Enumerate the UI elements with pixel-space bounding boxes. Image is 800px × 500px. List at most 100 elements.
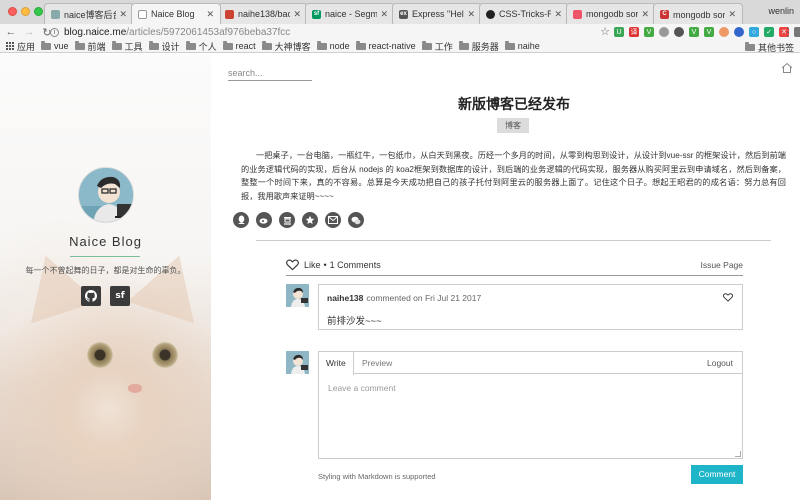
star-icon[interactable]: ☆ — [600, 25, 610, 38]
bookmark-other[interactable]: 其他书签 — [744, 41, 794, 54]
extension-icon[interactable]: V — [689, 27, 699, 37]
c-icon: C — [660, 9, 669, 19]
comment-submit-button[interactable]: Comment — [691, 465, 743, 484]
close-icon[interactable]: ✕ — [293, 9, 301, 20]
segmentfault-icon: sf — [115, 291, 125, 301]
minimize-window-button[interactable] — [21, 7, 30, 16]
bookmark-folder[interactable]: vue — [41, 40, 69, 51]
close-icon[interactable]: ✕ — [554, 9, 562, 20]
extension-icon[interactable] — [674, 27, 684, 37]
bookmark-folder[interactable]: react-native — [355, 40, 416, 51]
extension-icon[interactable] — [794, 27, 800, 37]
browser-tab[interactable]: naice博客后台管理 ✕ — [44, 3, 134, 24]
bookmark-folder[interactable]: 服务器 — [458, 40, 499, 53]
post-tag[interactable]: 博客 — [497, 118, 529, 133]
extension-icon[interactable]: ○ — [749, 27, 759, 37]
home-icon[interactable] — [781, 62, 793, 74]
bookmark-folder[interactable]: 设计 — [148, 40, 180, 53]
heart-icon[interactable] — [286, 259, 299, 271]
close-icon[interactable]: ✕ — [380, 9, 388, 20]
email-icon[interactable] — [325, 212, 341, 228]
folder-icon — [222, 40, 233, 50]
tab-title: Naice Blog — [151, 9, 195, 19]
blog-name[interactable]: Naice Blog — [0, 234, 211, 249]
current-user-avatar[interactable] — [286, 351, 309, 374]
back-arrow-icon[interactable]: ← — [4, 26, 18, 38]
cat-background-eye — [152, 342, 178, 368]
tab-write[interactable]: Write — [319, 352, 354, 375]
heart-icon[interactable] — [723, 293, 733, 302]
bookmark-folder[interactable]: node — [316, 40, 350, 51]
search-input[interactable] — [228, 66, 312, 81]
shield-icon[interactable]: U — [614, 27, 624, 37]
weibo-icon[interactable] — [256, 212, 272, 228]
profile-name[interactable]: wenlin — [768, 6, 794, 16]
separator-dot: • — [323, 260, 327, 270]
close-icon[interactable]: ✕ — [467, 9, 475, 20]
extension-icon[interactable]: V — [704, 27, 714, 37]
browser-tab[interactable]: naihe138/backend ✕ — [218, 3, 308, 24]
comment-header: naihe138 commented on Fri Jul 21 2017 — [327, 293, 481, 303]
bookmark-folder[interactable]: 工作 — [421, 40, 453, 53]
folder-icon — [111, 40, 122, 50]
zoom-window-button[interactable] — [34, 7, 43, 16]
issue-page-link[interactable]: Issue Page — [700, 260, 743, 270]
folder-icon — [41, 40, 52, 50]
extension-icon[interactable] — [734, 27, 744, 37]
folder-icon — [316, 40, 327, 50]
tab-preview[interactable]: Preview — [355, 352, 399, 374]
content-divider — [256, 240, 771, 241]
blog-motto: 每一个不曾起舞的日子，都是对生命的辜负。 — [25, 266, 186, 275]
tab-title: naihe138/backend — [238, 9, 291, 19]
browser-tab-active[interactable]: Naice Blog ✕ — [131, 3, 221, 24]
folder-icon — [261, 40, 272, 50]
bookmark-icon — [573, 9, 582, 19]
bookmark-folder[interactable]: 前端 — [74, 40, 106, 53]
close-icon[interactable]: ✕ — [119, 9, 127, 20]
like-button[interactable]: Like — [304, 260, 321, 270]
bookmark-folder[interactable]: naihe — [504, 40, 540, 51]
address-bar[interactable]: i blog.naice.me/articles/5972061453af976… — [50, 25, 610, 39]
segmentfault-icon: sf — [312, 9, 321, 19]
browser-tab[interactable]: CSS-Tricks-React ✕ — [479, 3, 569, 24]
browser-tab[interactable]: ex Express "Hello World" ✕ — [392, 3, 482, 24]
douban-icon[interactable] — [279, 212, 295, 228]
tab-title: naice博客后台管理 — [64, 9, 116, 20]
close-icon[interactable]: ✕ — [641, 9, 649, 20]
url-host: blog.naice.me — [64, 26, 127, 38]
segmentfault-link[interactable]: sf — [110, 286, 130, 306]
extension-icon[interactable] — [659, 27, 669, 37]
bookmark-folder[interactable]: 大神博客 — [261, 40, 311, 53]
info-icon[interactable]: i — [50, 27, 59, 37]
post-title: 新版博客已经发布 — [458, 96, 570, 112]
extension-icon[interactable]: ✓ — [764, 27, 774, 37]
menu-icon[interactable]: ⋮ — [782, 25, 794, 39]
folder-icon — [744, 42, 755, 51]
wechat-icon[interactable] — [348, 212, 364, 228]
comment-username[interactable]: naihe138 — [327, 293, 363, 303]
commenter-avatar[interactable] — [286, 284, 309, 307]
resize-handle[interactable] — [735, 451, 741, 457]
browser-tab[interactable]: C mongodb sort()方法 ✕ — [653, 3, 743, 24]
close-icon[interactable]: ✕ — [206, 9, 214, 20]
bookmark-folder[interactable]: 个人 — [185, 40, 217, 53]
cat-background-nose — [128, 384, 142, 393]
comment-meta: commented on Fri Jul 21 2017 — [366, 293, 482, 303]
vue-devtools-icon[interactable]: V — [644, 27, 654, 37]
translate-icon[interactable]: 译 — [629, 27, 639, 37]
forward-arrow-icon[interactable]: → — [22, 26, 36, 38]
qzone-icon[interactable] — [302, 212, 318, 228]
bookmark-apps[interactable]: 应用 — [6, 40, 35, 53]
close-window-button[interactable] — [8, 7, 17, 16]
comment-textarea[interactable] — [319, 375, 742, 458]
browser-tab[interactable]: mongodb sort limit ✕ — [566, 3, 656, 24]
github-link[interactable] — [81, 286, 101, 306]
folder-icon — [74, 40, 85, 50]
qq-icon[interactable] — [233, 212, 249, 228]
extension-icon[interactable] — [719, 27, 729, 37]
logout-link[interactable]: Logout — [700, 352, 740, 374]
close-icon[interactable]: ✕ — [728, 9, 736, 20]
bookmark-folder[interactable]: react — [222, 40, 256, 51]
browser-tab[interactable]: sf naice - SegmentFault ✕ — [305, 3, 395, 24]
bookmark-folder[interactable]: 工具 — [111, 40, 143, 53]
